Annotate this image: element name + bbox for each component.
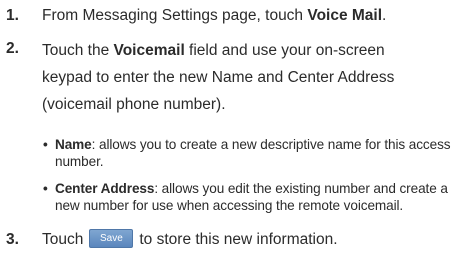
step-text: From Messaging Settings page, touch Voic…: [42, 4, 466, 28]
step-text-part: From Messaging Settings page, touch: [42, 7, 308, 24]
bullet-bold-term: Center Address: [55, 181, 155, 196]
step-bold-term: Voicemail: [113, 42, 185, 59]
step-text: Touch the Voicemail field and use your o…: [42, 37, 466, 118]
bullet-text: Name: allows you to create a new descrip…: [55, 136, 469, 170]
bullet-symbol: •: [43, 137, 48, 152]
step-line: keypad to enter the new Name and Center …: [42, 69, 395, 86]
step-text-part: Touch the: [42, 42, 114, 59]
step-text: Touch Save to store this new information.: [42, 228, 466, 252]
bullet-line: Center Address: allows you edit the exis…: [55, 180, 469, 197]
bullet-text-part: : allows you to create a new descriptive…: [91, 137, 451, 152]
step-text-part: Touch: [42, 231, 84, 248]
step-line: Touch the Voicemail field and use your o…: [42, 37, 466, 64]
step-bold-term: Voice Mail: [307, 7, 383, 24]
instruction-page: 1. From Messaging Settings page, touch V…: [0, 0, 472, 256]
step-text-part: to store this new information.: [139, 231, 338, 248]
bullet-line: new number for use when accessing the re…: [55, 198, 404, 213]
bullet-bold-term: Name: [55, 137, 92, 152]
bullet-symbol: •: [43, 181, 48, 196]
save-button[interactable]: Save: [89, 229, 134, 249]
step-number: 1.: [6, 7, 19, 24]
bullet-line: number.: [55, 154, 104, 169]
bullet-text-part: : allows you edit the existing number an…: [154, 181, 448, 196]
step-line: (voicemail phone number).: [42, 96, 226, 113]
bullet-line: Name: allows you to create a new descrip…: [55, 136, 469, 153]
step-number: 2.: [6, 40, 19, 57]
step-2: 2. Touch the Voicemail field and use you…: [6, 37, 466, 117]
step-number: 3.: [6, 231, 19, 248]
bullet-text: Center Address: allows you edit the exis…: [55, 180, 469, 214]
step-text-part: .: [382, 7, 387, 24]
step-text-part: field and use your on-screen: [184, 42, 385, 59]
